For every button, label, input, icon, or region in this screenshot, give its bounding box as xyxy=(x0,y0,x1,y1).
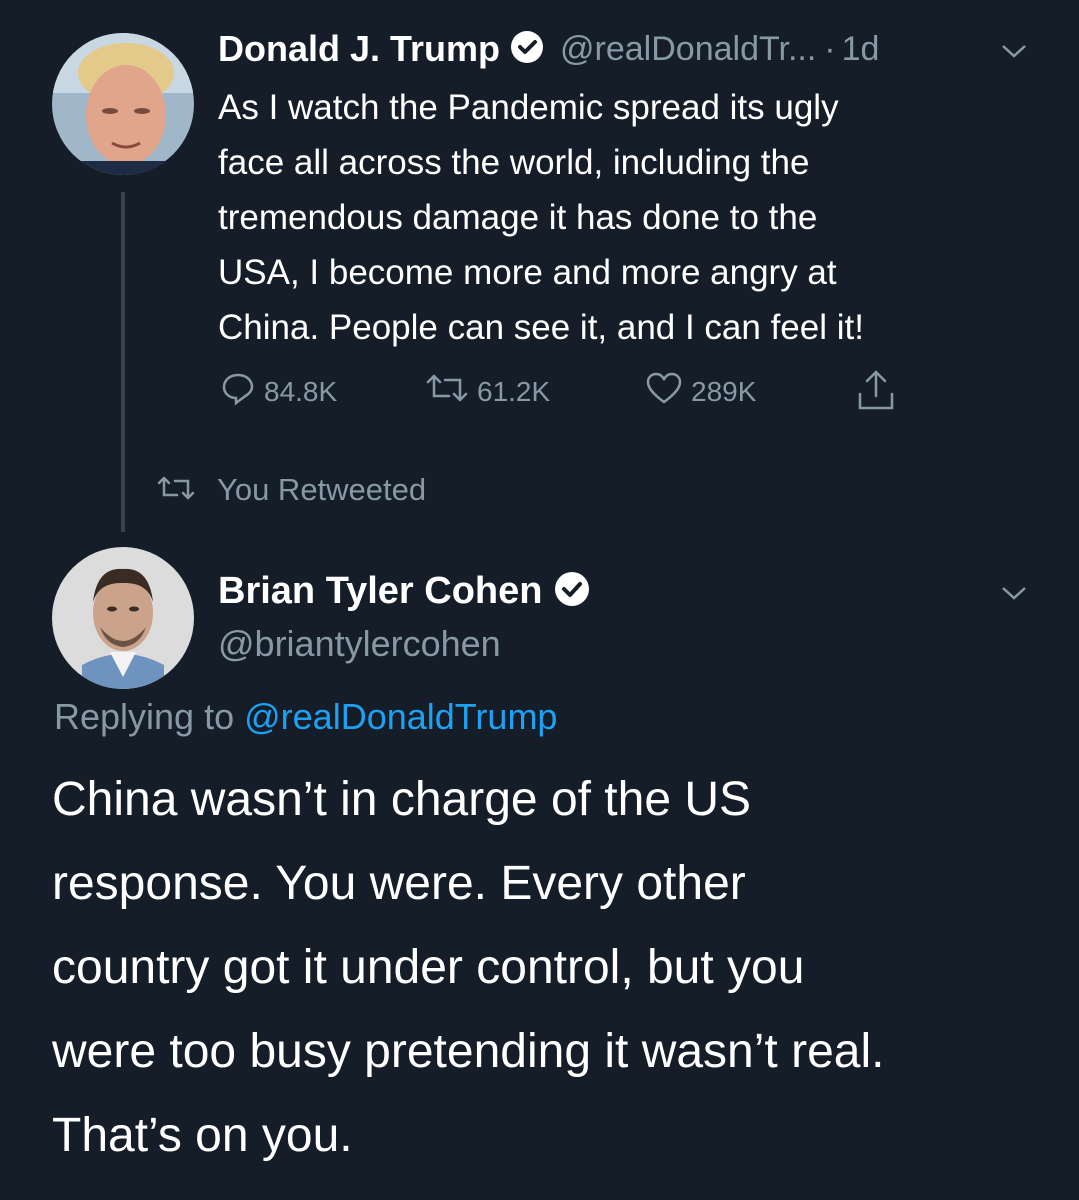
separator-dot: · xyxy=(824,29,836,68)
retweeted-indicator: You Retweeted xyxy=(155,472,426,508)
retweet-icon xyxy=(425,370,469,413)
reply-author-name[interactable]: Brian Tyler Cohen xyxy=(218,570,542,613)
tweet-text: As I watch the Pandemic spread its ugly … xyxy=(218,80,864,355)
tweet-text-line: USA, I become more and more angry at xyxy=(218,253,837,292)
tweet-text-line: As I watch the Pandemic spread its ugly xyxy=(218,88,839,127)
avatar-cohen-image xyxy=(52,547,194,689)
tweet-time[interactable]: 1d xyxy=(842,30,880,69)
thread-connector-line xyxy=(121,192,125,532)
tweet-author-name[interactable]: Donald J. Trump xyxy=(218,28,500,70)
tweet-text-line: tremendous damage it has done to the xyxy=(218,198,818,237)
reply-count: 84.8K xyxy=(264,375,338,407)
retweet-small-icon xyxy=(155,473,199,508)
reply-text-line: were too busy pretending it wasn’t real. xyxy=(52,1025,885,1078)
retweeted-label: You Retweeted xyxy=(217,472,427,507)
like-action[interactable]: 289K xyxy=(645,370,756,413)
retweet-action[interactable]: 61.2K xyxy=(425,370,550,413)
verified-badge-icon xyxy=(510,30,544,69)
reply-text-line: China wasn’t in charge of the US xyxy=(52,773,752,826)
tweet-handle[interactable]: @realDonaldTr... xyxy=(560,30,816,69)
avatar[interactable] xyxy=(52,547,194,689)
reply-text-line: That’s on you. xyxy=(52,1109,353,1162)
reply-text-line: response. You were. Every other xyxy=(52,857,746,910)
tweet-header: Donald J. Trump @realDonaldTr... · 1d xyxy=(218,28,879,70)
tweet-text-line: face all across the world, including the xyxy=(218,143,810,182)
avatar-trump-image xyxy=(52,33,194,175)
replying-to-prefix: Replying to xyxy=(54,696,235,737)
replying-to-mention-link[interactable]: @realDonaldTrump xyxy=(244,696,557,737)
chevron-down-icon[interactable] xyxy=(1000,42,1028,65)
replying-to: Replying to @realDonaldTrump xyxy=(54,696,557,738)
share-icon[interactable] xyxy=(856,368,896,417)
reply-text: China wasn’t in charge of the US respons… xyxy=(52,758,884,1178)
verified-badge-icon xyxy=(554,571,590,612)
heart-icon xyxy=(645,370,683,413)
reply-action[interactable]: 84.8K xyxy=(220,370,337,413)
reply-icon xyxy=(220,370,256,413)
tweet-text-line: China. People can see it, and I can feel… xyxy=(218,308,864,347)
avatar[interactable] xyxy=(52,33,194,175)
reply-text-line: country got it under control, but you xyxy=(52,941,805,994)
like-count: 289K xyxy=(691,375,757,407)
reply-header: Brian Tyler Cohen xyxy=(218,570,590,613)
retweet-count: 61.2K xyxy=(477,375,551,407)
chevron-down-icon[interactable] xyxy=(1000,584,1028,607)
reply-handle[interactable]: @briantylercohen xyxy=(218,623,501,665)
